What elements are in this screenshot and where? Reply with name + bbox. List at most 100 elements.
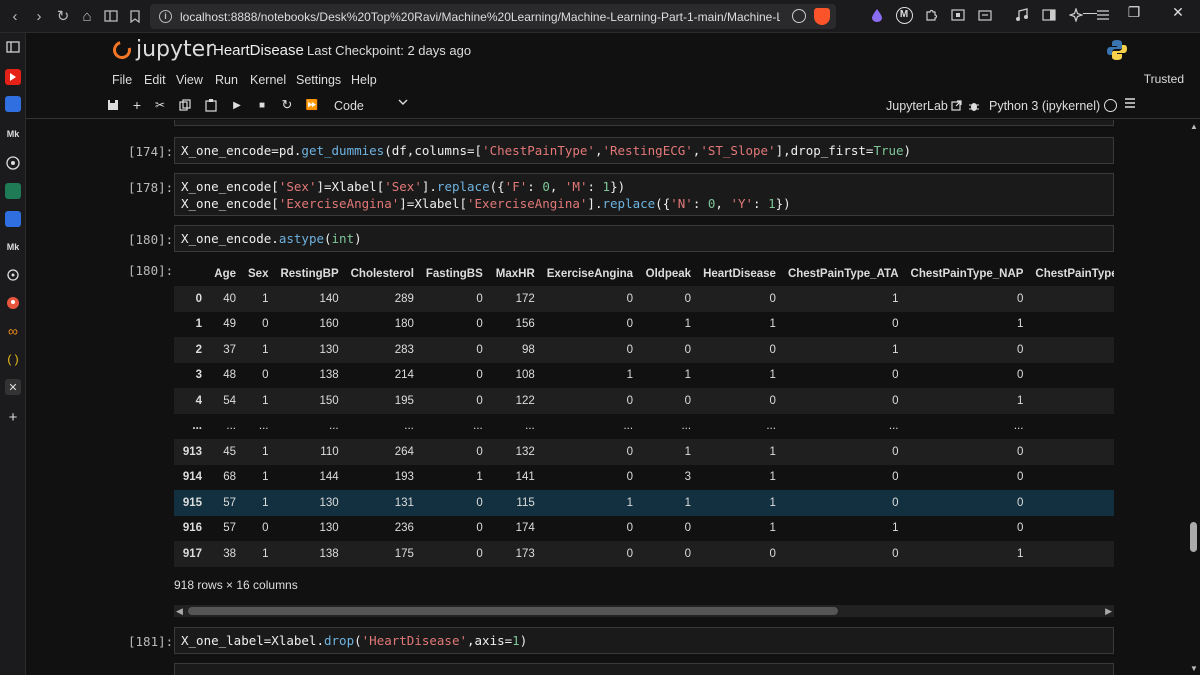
menu-kernel[interactable]: Kernel bbox=[250, 73, 286, 87]
table-cell: 236 bbox=[394, 522, 414, 535]
scroll-right-icon[interactable]: ▶ bbox=[1105, 606, 1112, 617]
menu-view[interactable]: View bbox=[176, 73, 203, 87]
save-icon[interactable] bbox=[105, 97, 121, 113]
shield-icon[interactable] bbox=[5, 96, 21, 112]
url-text[interactable]: localhost:8888/notebooks/Desk%20Top%20Ra… bbox=[180, 10, 780, 24]
wallet-extension-icon[interactable] bbox=[976, 6, 994, 24]
row-index: 2 bbox=[174, 337, 208, 363]
table-cell: 1 bbox=[242, 541, 275, 567]
vpn-icon[interactable] bbox=[868, 6, 886, 24]
sidebar-panel-icon[interactable] bbox=[5, 39, 21, 55]
notebook-toolbar: + ✂ ▶ ■ ↻ ⏩ Code JupyterLab Python 3 (ip… bbox=[26, 93, 1200, 119]
column-header: ChestPainType_NAP bbox=[910, 267, 1024, 280]
infinity-icon[interactable]: ∞ bbox=[5, 323, 21, 339]
close-tab-icon[interactable]: ✕ bbox=[5, 379, 21, 395]
code-token: 'ExerciseAngina' bbox=[278, 196, 400, 211]
chart-site-icon[interactable] bbox=[5, 183, 21, 199]
bookmark-icon[interactable] bbox=[126, 7, 144, 25]
menu-run[interactable]: Run bbox=[215, 73, 238, 87]
paste-icon[interactable] bbox=[203, 97, 219, 113]
brave-shields-icon[interactable] bbox=[814, 8, 830, 25]
cut-icon[interactable]: ✂ bbox=[152, 97, 168, 113]
list-site-icon[interactable] bbox=[5, 211, 21, 227]
hamburger-menu-icon[interactable] bbox=[1124, 96, 1136, 112]
home-icon[interactable]: ⌂ bbox=[78, 7, 96, 25]
vertical-scrollbar[interactable]: ▲ ▼ bbox=[1188, 120, 1200, 675]
code-cell-181[interactable]: X_one_label=Xlabel.drop('HeartDisease',a… bbox=[174, 627, 1114, 654]
youtube-icon[interactable] bbox=[5, 69, 21, 85]
code-cell-partial-bottom[interactable] bbox=[174, 663, 1114, 675]
trusted-indicator[interactable]: Trusted bbox=[1140, 71, 1188, 87]
forward-icon[interactable]: › bbox=[30, 7, 48, 25]
chevron-down-icon[interactable] bbox=[398, 97, 408, 109]
row-index: 4 bbox=[174, 388, 208, 414]
scrollbar-thumb[interactable] bbox=[188, 607, 838, 615]
code-token: drop bbox=[324, 633, 355, 648]
code-token: ( bbox=[324, 231, 332, 246]
add-panel-icon[interactable]: + bbox=[5, 409, 21, 426]
menu-file[interactable]: File bbox=[112, 73, 132, 87]
horizontal-scrollbar[interactable]: ◀ ▶ bbox=[174, 605, 1114, 617]
code-cell-178[interactable]: X_one_encode['Sex']=Xlabel['Sex'].replac… bbox=[174, 173, 1114, 216]
kernel-name[interactable]: Python 3 (ipykernel) bbox=[989, 99, 1100, 113]
column-header: ChestPainType_TA bbox=[1035, 267, 1114, 280]
location-icon[interactable] bbox=[5, 295, 21, 311]
site-info-icon[interactable]: i bbox=[159, 10, 172, 23]
minimize-icon[interactable]: — bbox=[1068, 0, 1112, 24]
bracket-icon[interactable]: ( ) bbox=[5, 351, 21, 367]
scroll-up-icon[interactable]: ▲ bbox=[1190, 122, 1198, 131]
reload-icon[interactable]: ↻ bbox=[54, 7, 72, 25]
chrome-icon[interactable] bbox=[5, 155, 21, 171]
code-cell-180[interactable]: X_one_encode.astype(int) bbox=[174, 225, 1114, 252]
menu-edit[interactable]: Edit bbox=[144, 73, 166, 87]
table-cell: 0 bbox=[540, 337, 640, 363]
mk-site-icon[interactable]: Mk bbox=[5, 126, 21, 142]
copy-icon[interactable] bbox=[177, 97, 193, 113]
scrollbar-thumb[interactable] bbox=[1190, 522, 1197, 552]
scroll-down-icon[interactable]: ▼ bbox=[1190, 664, 1198, 673]
table-cell: 1 bbox=[781, 337, 905, 363]
restart-run-all-icon[interactable]: ⏩ bbox=[304, 97, 320, 113]
music-icon[interactable] bbox=[1013, 6, 1031, 24]
zoom-icon[interactable] bbox=[792, 9, 806, 23]
menu-settings[interactable]: Settings bbox=[296, 73, 341, 87]
row-index: 914 bbox=[182, 471, 202, 484]
scroll-left-icon[interactable]: ◀ bbox=[176, 606, 183, 617]
table-cell: 0 bbox=[419, 286, 489, 312]
mk-site-icon-2[interactable]: Mk bbox=[5, 239, 21, 255]
code-token: ]=Xlabel[ bbox=[316, 179, 385, 194]
table-cell: ... bbox=[766, 420, 776, 433]
menu-help[interactable]: Help bbox=[351, 73, 377, 87]
puzzle-extension-icon[interactable] bbox=[922, 6, 940, 24]
screenshot-extension-icon[interactable] bbox=[949, 6, 967, 24]
back-icon[interactable]: ‹ bbox=[6, 7, 24, 25]
table-cell: 0 bbox=[1029, 465, 1114, 491]
jupyter-logo-text[interactable]: jupyter bbox=[136, 37, 214, 62]
table-cell: 108 bbox=[515, 369, 535, 382]
open-jupyterlab-link[interactable]: JupyterLab bbox=[886, 99, 962, 113]
table-cell: 193 bbox=[394, 471, 414, 484]
debugger-bug-icon[interactable] bbox=[966, 98, 982, 114]
add-cell-icon[interactable]: + bbox=[129, 97, 145, 113]
jupyterlab-label: JupyterLab bbox=[886, 99, 948, 113]
sidebar-panel-icon[interactable] bbox=[1040, 6, 1058, 24]
restore-icon[interactable]: ❐ bbox=[1112, 0, 1156, 24]
code-token: 'RestingECG' bbox=[602, 143, 693, 158]
code-cell-174[interactable]: X_one_encode=pd.get_dummies(df,columns=[… bbox=[174, 137, 1114, 164]
close-window-icon[interactable]: ✕ bbox=[1156, 0, 1200, 24]
stop-icon[interactable]: ■ bbox=[254, 97, 270, 113]
table-cell: 1 bbox=[697, 490, 782, 516]
code-token: }) bbox=[775, 196, 791, 211]
address-bar[interactable]: i localhost:8888/notebooks/Desk%20Top%20… bbox=[150, 4, 836, 29]
table-cell: 1 bbox=[242, 337, 275, 363]
run-icon[interactable]: ▶ bbox=[229, 97, 245, 113]
m-extension-icon[interactable]: M bbox=[895, 6, 913, 24]
settings-site-icon[interactable] bbox=[5, 267, 21, 283]
sidebar-toggle-icon[interactable] bbox=[102, 7, 120, 25]
table-cell: 0 bbox=[1029, 541, 1114, 567]
table-cell: 45 bbox=[208, 439, 242, 465]
cell-type-select[interactable]: Code bbox=[334, 99, 364, 113]
restart-icon[interactable]: ↻ bbox=[279, 97, 295, 113]
notebook-title[interactable]: HeartDisease bbox=[213, 42, 304, 59]
code-cell-partial-top[interactable] bbox=[174, 120, 1114, 126]
